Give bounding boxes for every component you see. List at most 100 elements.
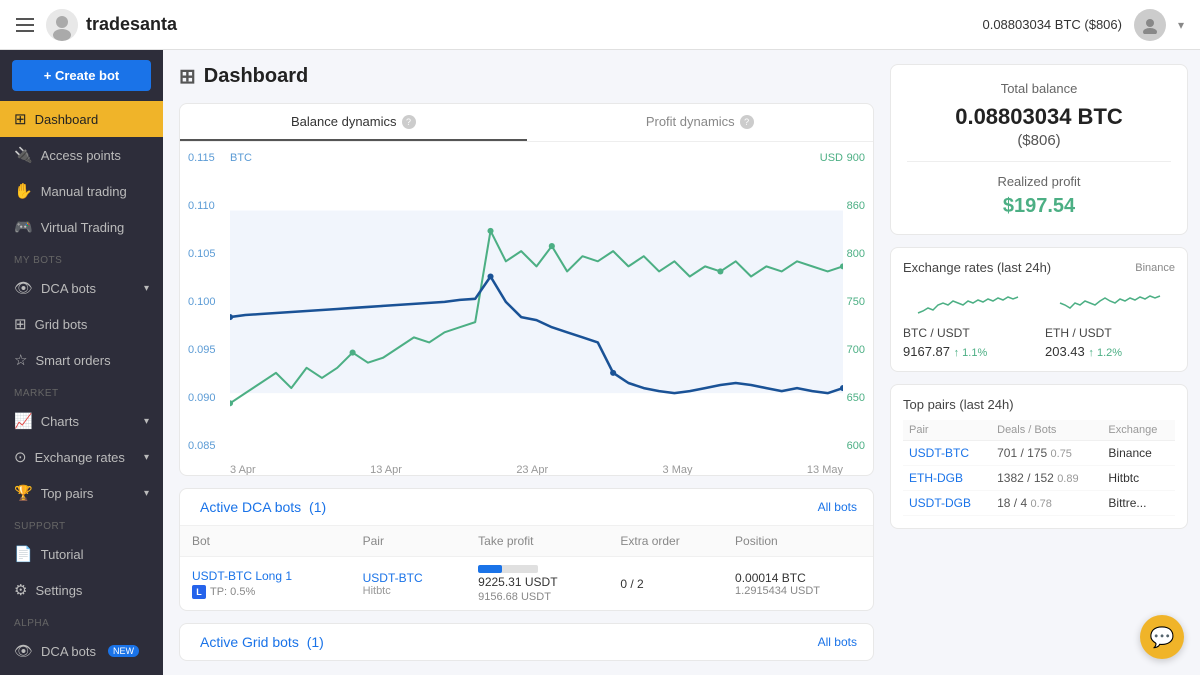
active-dca-card: Active DCA bots (1) All bots Bot Pair Ta… xyxy=(179,488,874,611)
charts-icon: 📈 xyxy=(14,412,33,430)
er-title: Exchange rates (last 24h) xyxy=(903,260,1051,275)
user-avatar[interactable] xyxy=(1134,9,1166,41)
bot-name-link[interactable]: USDT-BTC Long 1 xyxy=(192,569,339,583)
tp-pair-cell: USDT-DGB xyxy=(903,491,991,516)
charts-chevron: ▾ xyxy=(144,416,149,427)
sidebar-item-settings[interactable]: ⚙ Settings xyxy=(0,572,163,608)
sidebar-item-dca-bots[interactable]: 👁 DCA bots ▾ xyxy=(0,270,163,306)
top-pairs-table: Pair Deals / Bots Exchange USDT-BTC 701 … xyxy=(903,420,1175,516)
chart-card: Balance dynamics ? Profit dynamics ? BTC… xyxy=(179,103,874,476)
access-points-icon: 🔌 xyxy=(14,146,33,164)
sidebar-item-dashboard[interactable]: ⊞ Dashboard xyxy=(0,101,163,137)
tp-sub-value: 9156.68 USDT xyxy=(478,591,596,603)
sidebar-item-smart-orders[interactable]: ☆ Smart orders xyxy=(0,342,163,378)
btc-change: ↑ 1.1% xyxy=(954,347,988,359)
eth-change: ↑ 1.2% xyxy=(1088,347,1122,359)
tab-profit-label: Profit dynamics xyxy=(646,114,735,129)
top-pair-row: USDT-BTC 701 / 175 0.75 Binance xyxy=(903,441,1175,466)
manual-trading-icon: ✋ xyxy=(14,182,33,200)
sidebar-item-virtual-trading[interactable]: 🎮 Virtual Trading xyxy=(0,209,163,245)
bot-name-cell: USDT-BTC Long 1 L TP: 0.5% xyxy=(180,556,351,610)
balance-card: Total balance 0.08803034 BTC ($806) Real… xyxy=(890,64,1188,235)
access-points-label: Access points xyxy=(41,148,121,163)
sidebar-item-charts[interactable]: 📈 Charts ▾ xyxy=(0,403,163,439)
realized-value: $197.54 xyxy=(907,195,1171,218)
header-right: 0.08803034 BTC ($806) ▾ xyxy=(982,9,1184,41)
settings-icon: ⚙ xyxy=(14,581,27,599)
pair-cell: USDT-BTC Hitbtc xyxy=(351,556,467,610)
hamburger-button[interactable] xyxy=(16,18,34,32)
dashboard-title: Dashboard xyxy=(204,65,308,88)
top-pairs-label: Top pairs xyxy=(41,486,94,501)
chart-axis-btc: BTC xyxy=(230,152,252,164)
tp-bar-outer xyxy=(478,565,538,573)
header-balance: 0.08803034 BTC ($806) xyxy=(982,17,1121,32)
tab-balance-dynamics[interactable]: Balance dynamics ? xyxy=(180,104,527,141)
tp-pair-link[interactable]: USDT-DGB xyxy=(909,496,971,510)
chart-svg xyxy=(230,170,843,454)
virtual-trading-icon: 🎮 xyxy=(14,218,33,236)
dca-table: Bot Pair Take profit Extra order Positio… xyxy=(180,526,873,611)
logo-text: tradesanta xyxy=(86,14,177,35)
dca-table-title: Active DCA bots (1) xyxy=(196,499,326,515)
col-position: Position xyxy=(723,526,873,557)
tp-pair-link[interactable]: ETH-DGB xyxy=(909,471,963,485)
sidebar-item-manual-trading[interactable]: ✋ Manual trading xyxy=(0,173,163,209)
tp-col-exchange: Exchange xyxy=(1102,420,1175,441)
tp-col-deals: Deals / Bots xyxy=(991,420,1102,441)
eth-value: 203.43 xyxy=(1045,344,1085,359)
col-pair: Pair xyxy=(351,526,467,557)
tp-bar-inner xyxy=(478,565,502,573)
sidebar-item-access-points[interactable]: 🔌 Access points xyxy=(0,137,163,173)
btc-pair-label: BTC / USDT xyxy=(903,326,1033,340)
tp-exchange-cell: Bittre... xyxy=(1102,491,1175,516)
er-chart-btc: BTC / USDT 9167.87 ↑ 1.1% xyxy=(903,283,1033,359)
sidebar-item-grid-bots[interactable]: ⊞ Grid bots xyxy=(0,306,163,342)
support-section: SUPPORT xyxy=(0,511,163,536)
btc-value: 9167.87 xyxy=(903,344,950,359)
profit-help-icon[interactable]: ? xyxy=(740,115,754,129)
create-bot-button[interactable]: + Create bot xyxy=(12,60,151,91)
tp-deals-value: 18 / 4 xyxy=(997,496,1027,510)
realized-label: Realized profit xyxy=(907,174,1171,189)
tp-pair-link[interactable]: USDT-BTC xyxy=(909,446,969,460)
sidebar-item-top-pairs[interactable]: 🏆 Top pairs ▾ xyxy=(0,475,163,511)
exchange-label: Hitbtc xyxy=(363,585,455,597)
eth-pair-label: ETH / USDT xyxy=(1045,326,1175,340)
position-value: 0.00014 BTC xyxy=(735,571,861,585)
settings-label: Settings xyxy=(35,583,82,598)
top-pairs-title: Top pairs (last 24h) xyxy=(903,397,1175,412)
chat-button[interactable]: 💬 xyxy=(1140,615,1184,659)
tp-pair-cell: USDT-BTC xyxy=(903,441,991,466)
market-section: MARKET xyxy=(0,378,163,403)
grid-bots-label: Grid bots xyxy=(35,317,88,332)
total-balance-usd: ($806) xyxy=(907,132,1171,149)
all-bots-link-grid[interactable]: All bots xyxy=(818,635,857,649)
tab-profit-dynamics[interactable]: Profit dynamics ? xyxy=(527,104,874,141)
exchange-rates-icon: ⊙ xyxy=(14,448,27,466)
col-extra-order: Extra order xyxy=(608,526,723,557)
top-pairs-icon: 🏆 xyxy=(14,484,33,502)
grid-table-title: Active Grid bots (1) xyxy=(196,634,324,650)
top-pair-row: ETH-DGB 1382 / 152 0.89 Hitbtc xyxy=(903,466,1175,491)
table-row: USDT-BTC Long 1 L TP: 0.5% USDT-BTC Hitb… xyxy=(180,556,873,610)
tp-value: 9225.31 USDT xyxy=(478,575,596,589)
dca-chevron: ▾ xyxy=(144,283,149,294)
sidebar-item-exchange-rates[interactable]: ⊙ Exchange rates ▾ xyxy=(0,439,163,475)
my-bots-section: MY BOTS xyxy=(0,245,163,270)
er-header: Exchange rates (last 24h) Binance xyxy=(903,260,1175,275)
tp-deals-value: 1382 / 152 xyxy=(997,471,1054,485)
all-bots-link-dca[interactable]: All bots xyxy=(818,500,857,514)
balance-help-icon[interactable]: ? xyxy=(402,115,416,129)
tab-balance-label: Balance dynamics xyxy=(291,114,397,129)
alpha-section: ALPHA xyxy=(0,608,163,633)
logo-avatar xyxy=(46,9,78,41)
user-chevron[interactable]: ▾ xyxy=(1178,18,1184,32)
chart-x-axis: 3 Apr 13 Apr 23 Apr 3 May 13 May xyxy=(230,464,843,476)
pair-link[interactable]: USDT-BTC xyxy=(363,571,423,585)
sidebar-item-tutorial[interactable]: 📄 Tutorial xyxy=(0,536,163,572)
chart-axis-usd: USD xyxy=(820,152,843,164)
top-pairs-chevron: ▾ xyxy=(144,488,149,499)
dashboard-label: Dashboard xyxy=(35,112,99,127)
sidebar-item-dca-bots-alpha[interactable]: 👁 DCA bots NEW xyxy=(0,633,163,669)
